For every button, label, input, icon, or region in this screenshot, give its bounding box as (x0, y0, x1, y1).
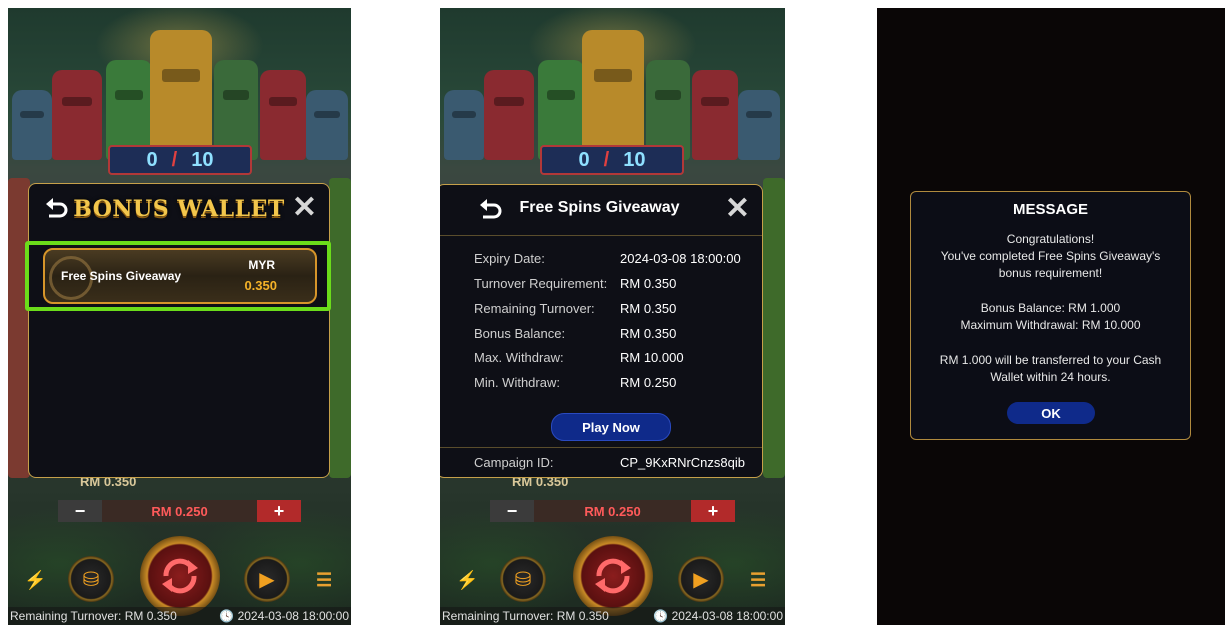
bet-decrease-button[interactable]: − (58, 500, 102, 522)
message-line: Bonus Balance: RM 1.000 (980, 301, 1121, 315)
counter-right: 10 (191, 148, 214, 171)
bet-decrease-button[interactable]: − (490, 500, 534, 522)
detail-value: RM 10.000 (620, 350, 684, 365)
close-icon[interactable]: ✕ (725, 194, 750, 224)
counter-left: 0 (578, 148, 590, 171)
message-line: bonus requirement! (998, 266, 1103, 280)
autoplay-button[interactable]: ▶ (244, 556, 290, 602)
expiry-text: 🕓 2024-03-08 18:00:00 (219, 609, 349, 623)
spin-icon (594, 558, 631, 594)
detail-row: Expiry Date: 2024-03-08 18:00:00 (440, 251, 762, 273)
header-divider (440, 235, 762, 236)
status-bar: Remaining Turnover: RM 0.350 🕓 2024-03-0… (8, 607, 351, 625)
totem-decoration (8, 20, 351, 160)
remaining-turnover-text: Remaining Turnover: RM 0.350 (442, 609, 609, 623)
detail-row: Max. Withdraw: RM 10.000 (440, 350, 762, 372)
modal-header: BONUS WALLET ✕ (29, 184, 329, 234)
bonus-wallet-screen: 0 / 10 RM 0.350 − RM 0.250 + ⚡ ⛁ ▶ ☰ Rem… (8, 8, 351, 625)
bet-increase-button[interactable]: + (691, 500, 735, 522)
coins-icon: ⛁ (514, 568, 532, 591)
menu-icon[interactable]: ☰ (316, 570, 332, 591)
spin-button[interactable] (139, 536, 220, 616)
modal-header: Free Spins Giveaway ✕ (440, 185, 762, 235)
close-icon[interactable]: ✕ (292, 193, 317, 223)
detail-label: Turnover Requirement: (474, 276, 608, 291)
game-controls: RM 0.350 − RM 0.250 + ⚡ ⛁ ▶ ☰ Remaining … (8, 470, 351, 625)
counter-left: 0 (146, 148, 158, 171)
bonus-wallet-modal: BONUS WALLET ✕ Free Spins Giveaway MYR 0… (25, 183, 331, 478)
turbo-icon[interactable]: ⚡ (24, 570, 46, 591)
detail-value: RM 0.350 (620, 276, 677, 291)
free-spins-modal: Free Spins Giveaway ✕ Expiry Date: 2024-… (440, 184, 763, 478)
turbo-icon[interactable]: ⚡ (456, 570, 478, 591)
message-title: MESSAGE (1012, 201, 1088, 218)
counter-separator: / (603, 148, 610, 171)
modal-title: BONUS WALLET (73, 196, 285, 222)
detail-label: Max. Withdraw: (474, 350, 564, 365)
card-name: Free Spins Giveaway (61, 269, 182, 283)
status-bar: Remaining Turnover: RM 0.350 🕓 2024-03-0… (440, 607, 785, 625)
message-line: Wallet within 24 hours. (990, 370, 1111, 384)
play-icon: ▶ (259, 568, 275, 591)
detail-value: RM 0.250 (620, 375, 677, 390)
expiry-value: 2024-03-08 18:00:00 (237, 609, 349, 623)
message-line: Congratulations! (1006, 232, 1095, 246)
reel-edge-right (329, 178, 351, 478)
autoplay-button[interactable]: ▶ (678, 556, 724, 602)
totem-decoration (440, 20, 785, 160)
campaign-label: Campaign ID: (474, 455, 554, 470)
coins-button[interactable]: ⛁ (68, 556, 114, 602)
bet-increase-button[interactable]: + (257, 500, 301, 522)
ok-button[interactable]: OK (1007, 402, 1095, 424)
spin-button[interactable] (572, 536, 653, 616)
play-now-button[interactable]: Play Now (551, 413, 671, 441)
detail-value: RM 0.350 (620, 326, 677, 341)
modal-title: Free Spins Giveaway (519, 199, 680, 216)
message-screen: MESSAGE Congratulations! You've complete… (877, 8, 1225, 625)
detail-label: Remaining Turnover: (474, 301, 595, 316)
campaign-row: Campaign ID: CP_9KxRNrCnzs8qib (440, 455, 762, 477)
spin-icon (161, 558, 198, 594)
expiry-value: 2024-03-08 18:00:00 (671, 609, 783, 623)
expiry-text: 🕓 2024-03-08 18:00:00 (653, 609, 783, 623)
play-icon: ▶ (693, 568, 709, 591)
detail-label: Min. Withdraw: (474, 375, 560, 390)
bet-selector: − RM 0.250 + (490, 500, 735, 522)
campaign-id: CP_9KxRNrCnzs8qib (620, 455, 745, 470)
bet-value: RM 0.250 (151, 503, 208, 519)
message-line: RM 1.000 will be transferred to your Cas… (939, 353, 1162, 367)
counter-right: 10 (623, 148, 646, 171)
detail-value: RM 0.350 (620, 301, 677, 316)
reel-edge-left (8, 178, 30, 478)
message-modal: MESSAGE Congratulations! You've complete… (910, 191, 1191, 440)
detail-row: Bonus Balance: RM 0.350 (440, 326, 762, 348)
remaining-turnover-text: Remaining Turnover: RM 0.350 (10, 609, 177, 623)
detail-row: Min. Withdraw: RM 0.250 (440, 375, 762, 397)
card-amount: 0.350 (244, 278, 277, 293)
card-currency: MYR (248, 258, 275, 272)
menu-icon[interactable]: ☰ (750, 570, 766, 591)
detail-label: Expiry Date: (474, 251, 545, 266)
coins-icon: ⛁ (82, 568, 100, 591)
detail-label: Bonus Balance: (474, 326, 566, 341)
detail-value: 2024-03-08 18:00:00 (620, 251, 741, 266)
free-spins-detail-screen: 0 / 10 RM 0.350 − RM 0.250 + ⚡ ⛁ ▶ ☰ Rem… (440, 8, 785, 625)
free-spin-counter: 0 / 10 (108, 145, 252, 175)
detail-row: Turnover Requirement: RM 0.350 (440, 276, 762, 298)
game-controls: RM 0.350 − RM 0.250 + ⚡ ⛁ ▶ ☰ Remaining … (440, 470, 785, 625)
bet-selector: − RM 0.250 + (58, 500, 301, 522)
footer-divider (440, 447, 762, 448)
bet-value: RM 0.250 (584, 503, 641, 519)
coins-button[interactable]: ⛁ (500, 556, 546, 602)
counter-separator: / (171, 148, 178, 171)
detail-row: Remaining Turnover: RM 0.350 (440, 301, 762, 323)
message-line: Maximum Withdrawal: RM 10.000 (960, 318, 1141, 332)
reel-edge-right (763, 178, 785, 478)
free-spin-counter: 0 / 10 (540, 145, 684, 175)
message-line: You've completed Free Spins Giveaway's (940, 249, 1161, 263)
wallet-card[interactable]: Free Spins Giveaway MYR 0.350 (43, 248, 317, 304)
